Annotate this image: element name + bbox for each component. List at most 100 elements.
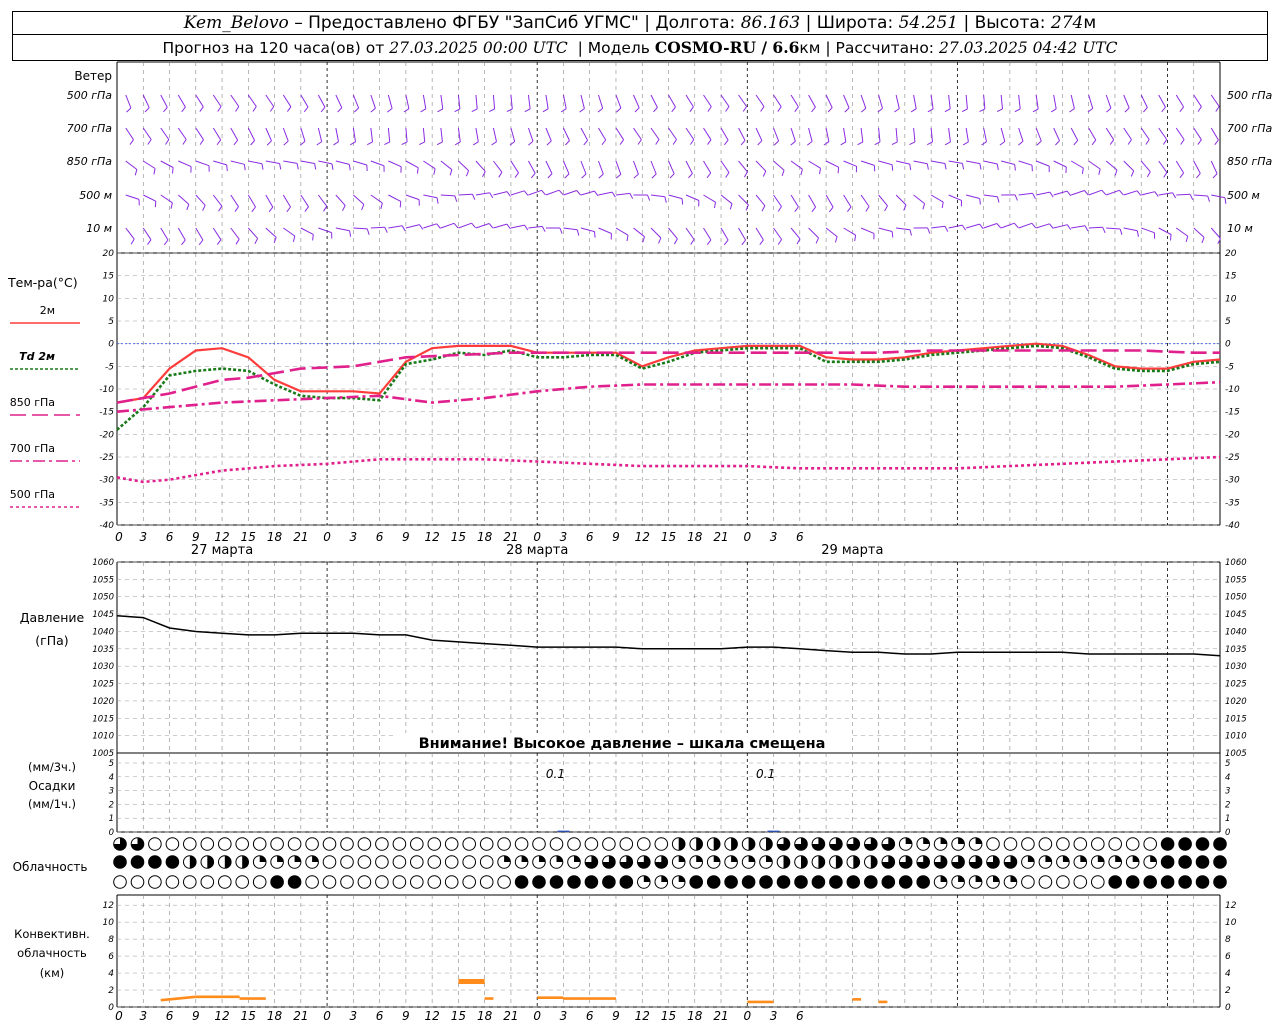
wind-barb xyxy=(703,94,712,107)
wind-barb-feather xyxy=(581,173,587,179)
wind-barb-feather xyxy=(498,171,503,178)
wind-barb-feather xyxy=(961,108,968,113)
cloud-symbol xyxy=(497,875,511,889)
wind-barb xyxy=(1158,227,1172,235)
cloud-symbol xyxy=(1195,875,1210,889)
date-label: 28 марта xyxy=(506,543,568,558)
wind-level-label: 10 м xyxy=(86,222,112,235)
wind-barb-feather xyxy=(840,141,847,146)
y-tick-label-left: 8 xyxy=(108,935,114,945)
wind-barb xyxy=(160,127,170,140)
wind-barb xyxy=(405,94,410,109)
wind-barb-feather xyxy=(337,107,343,113)
y-tick-label-right: 1035 xyxy=(1225,645,1247,655)
wind-barb xyxy=(703,227,712,241)
hour-tick-label: 12 xyxy=(425,530,440,544)
wind-title: Ветер xyxy=(74,69,112,83)
wind-barb xyxy=(685,127,695,140)
wind-barb xyxy=(353,160,367,166)
wind-barb-feather xyxy=(304,206,309,212)
wind-barb-feather xyxy=(170,202,173,209)
wind-barb-feather xyxy=(583,139,588,146)
cloud-symbol xyxy=(444,875,459,889)
wind-barb xyxy=(1070,160,1084,169)
cloud-symbol xyxy=(165,875,180,889)
cloud-symbol xyxy=(584,837,599,851)
cloud-symbol xyxy=(1038,837,1053,851)
wind-barb xyxy=(896,227,911,231)
wind-barb xyxy=(212,227,222,240)
cloud-fill xyxy=(835,855,843,869)
wind-barb xyxy=(282,127,289,142)
wind-barb-feather xyxy=(436,197,439,204)
wind-barb xyxy=(300,227,314,235)
wind-barb xyxy=(1071,225,1086,229)
hour-tick-label: 15 xyxy=(451,1009,466,1023)
wind-barb xyxy=(440,222,455,229)
wind-barb-feather xyxy=(489,192,494,199)
cloud-symbol xyxy=(1091,837,1105,851)
wind-barb xyxy=(370,127,373,142)
wind-barb xyxy=(1158,160,1168,173)
wind-barb xyxy=(808,194,817,208)
wind-barb-feather xyxy=(1161,106,1166,113)
cloud-symbol xyxy=(1213,875,1227,889)
wind-barb-feather xyxy=(153,168,156,175)
wind-barb-feather xyxy=(489,108,495,113)
y-tick-label-right: 4 xyxy=(1225,773,1230,783)
cloud-fill xyxy=(1132,855,1139,862)
precip-unit-1h: (мм/1ч.) xyxy=(28,797,76,811)
temperature-panel: 20 20 15 15 10 10 5 5 0 0 -5 -5 -10 -10 -15 -15 -20 -20 -2… xyxy=(7,249,1240,558)
wind-barb-feather xyxy=(250,140,255,146)
wind-barb xyxy=(1140,94,1148,108)
wind-barb xyxy=(615,127,625,140)
conv-title-1: Конвективн. xyxy=(14,927,90,941)
cloud-symbol xyxy=(200,837,215,851)
wind-barb-feather xyxy=(922,203,926,210)
y-tick-label-left: 1015 xyxy=(92,714,114,724)
cloud-fill xyxy=(696,837,703,851)
precip-unit-3h: (мм/3ч.) xyxy=(28,760,76,774)
wind-barb xyxy=(580,227,595,233)
wind-barb xyxy=(230,127,239,141)
wind-barb-feather xyxy=(1066,224,1072,230)
wind-barb-feather xyxy=(366,141,373,146)
wind-barb-feather xyxy=(777,239,783,245)
wind-barb xyxy=(1123,190,1138,196)
cloud-symbol xyxy=(1178,855,1192,869)
wind-barb-feather xyxy=(707,106,712,112)
wind-barb xyxy=(843,127,847,142)
y-tick-label-left: 0 xyxy=(108,1003,114,1013)
wind-barb xyxy=(948,94,951,109)
wind-barb xyxy=(720,194,733,205)
wind-barb-feather xyxy=(454,108,461,113)
wind-barb-feather xyxy=(1069,108,1075,113)
wind-barb-feather xyxy=(1224,197,1227,204)
wind-barb-feather xyxy=(837,167,840,174)
wind-barb xyxy=(317,194,328,207)
wind-barb xyxy=(720,94,730,107)
y-tick-label-right: 5 xyxy=(1225,317,1231,327)
wind-barb xyxy=(983,160,998,165)
wind-barb-feather xyxy=(1084,190,1089,196)
hour-tick-label: 18 xyxy=(267,530,283,544)
precip-annotation: 0.1 xyxy=(546,767,565,781)
wind-barb-feather xyxy=(314,163,317,170)
wind-barb xyxy=(1018,127,1024,142)
cloud-fill xyxy=(678,875,685,882)
wind-barb-feather xyxy=(891,164,894,171)
wind-barb xyxy=(808,227,819,239)
wind-barb xyxy=(1140,127,1150,140)
wind-barb-feather xyxy=(1130,170,1135,177)
cloud-symbol xyxy=(1073,875,1088,889)
wind-barb xyxy=(353,227,368,230)
wind-barb-feather xyxy=(465,170,470,177)
wind-barb xyxy=(335,94,343,108)
y-tick-label-left: 1020 xyxy=(92,697,114,707)
cloud-fill xyxy=(905,837,912,844)
cloud-symbol xyxy=(183,837,197,851)
wind-barb xyxy=(860,127,864,142)
wind-barb-feather xyxy=(130,238,135,245)
cloud-symbol xyxy=(846,875,861,889)
wind-barb xyxy=(528,225,543,229)
